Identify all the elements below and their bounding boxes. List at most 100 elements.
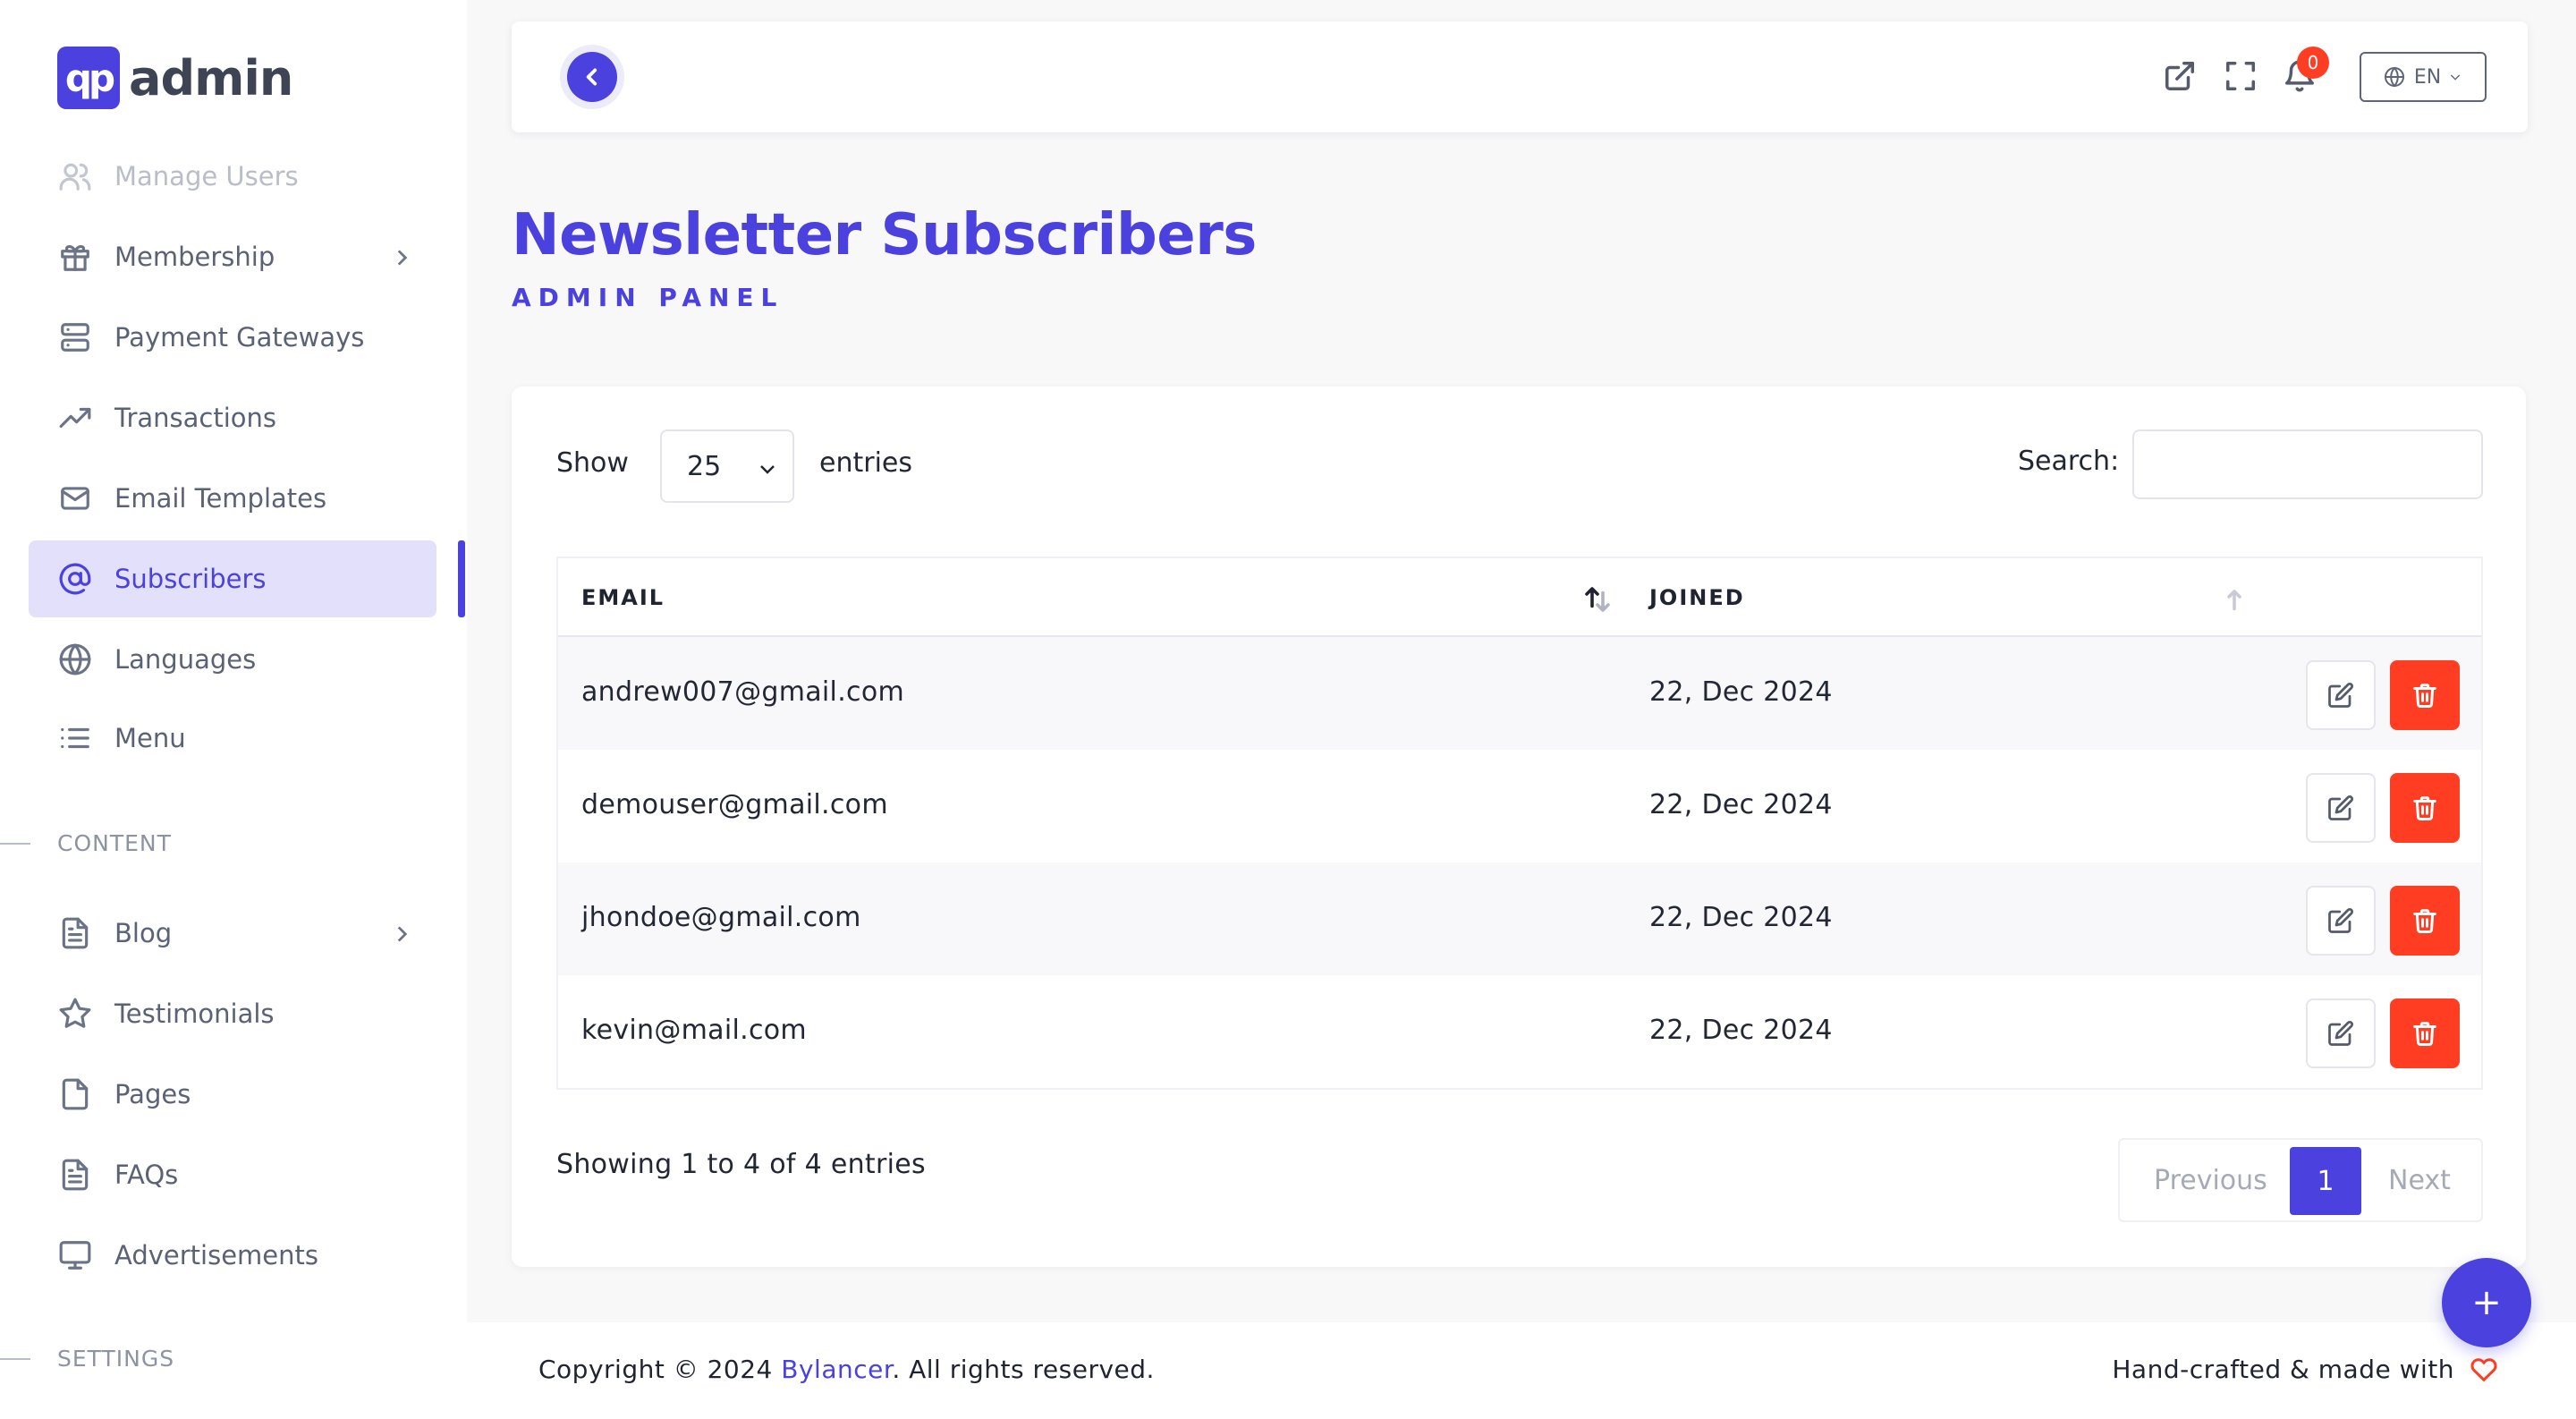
cell-email: kevin@mail.com [581, 1015, 807, 1046]
search-input[interactable] [2132, 429, 2483, 499]
gift-icon [57, 239, 93, 275]
entries-label: entries [819, 447, 912, 479]
list-icon [57, 720, 93, 756]
chevron-down-icon [760, 465, 775, 474]
sidebar-item-label: Manage Users [114, 161, 299, 191]
sort-icon[interactable] [1581, 583, 1614, 616]
table-header: EMAIL JOINED [558, 558, 2481, 637]
sidebar-item-advertisements[interactable]: Advertisements [29, 1217, 436, 1294]
section-divider [0, 1358, 30, 1360]
page-subtitle: ADMIN PANEL [512, 283, 784, 312]
page-button-1[interactable]: 1 [2290, 1147, 2361, 1215]
sidebar-item-label: Menu [114, 723, 186, 753]
edit-button[interactable] [2306, 998, 2376, 1068]
sidebar-item-menu[interactable]: Menu [29, 700, 436, 777]
column-header-joined[interactable]: JOINED [1649, 585, 1745, 610]
next-page-button[interactable]: Next [2388, 1165, 2451, 1196]
page-size-select[interactable]: 25 [660, 429, 794, 503]
search-label: Search: [2018, 446, 2120, 477]
copyright-prefix: Copyright © 2024 [538, 1355, 782, 1384]
sidebar-item-label: FAQs [114, 1160, 179, 1190]
logo-text: admin [129, 49, 293, 106]
logo-mark: qp [57, 47, 120, 109]
star-icon [57, 996, 93, 1032]
sidebar-item-membership[interactable]: Membership [29, 218, 436, 295]
footer: Copyright © 2024 Bylancer. All rights re… [467, 1322, 2576, 1419]
sidebar-item-label: Payment Gateways [114, 322, 365, 353]
logo[interactable]: qp admin [57, 47, 293, 109]
cell-email: demouser@gmail.com [581, 789, 888, 820]
sidebar-item-label: Email Templates [114, 483, 327, 514]
edit-button[interactable] [2306, 886, 2376, 956]
table-row: kevin@mail.com 22, Dec 2024 [558, 975, 2481, 1088]
at-sign-icon [57, 561, 93, 597]
server-icon [57, 319, 93, 355]
cell-joined: 22, Dec 2024 [1649, 789, 1833, 820]
company-link[interactable]: Bylancer [781, 1355, 892, 1384]
sidebar-toggle-button[interactable] [567, 52, 617, 102]
sidebar-item-label: Pages [114, 1079, 191, 1109]
trending-up-icon [57, 400, 93, 436]
sidebar-item-pages[interactable]: Pages [29, 1056, 436, 1133]
sidebar-item-label: Advertisements [114, 1240, 318, 1270]
sidebar-item-label: Membership [114, 242, 275, 272]
cell-email: andrew007@gmail.com [581, 676, 904, 708]
column-header-email[interactable]: EMAIL [581, 585, 665, 610]
sidebar-item-transactions[interactable]: Transactions [29, 379, 436, 456]
notification-badge: 0 [2297, 47, 2329, 79]
sidebar-item-payment-gateways[interactable]: Payment Gateways [29, 299, 436, 376]
sidebar-item-faqs[interactable]: FAQs [29, 1136, 436, 1213]
table-row: andrew007@gmail.com 22, Dec 2024 [558, 637, 2481, 750]
delete-button[interactable] [2390, 886, 2460, 956]
edit-icon [2328, 907, 2354, 933]
section-divider [0, 843, 30, 845]
monitor-icon [57, 1237, 93, 1273]
trash-icon [2413, 684, 2436, 708]
edit-icon [2328, 794, 2354, 820]
sidebar-item-manage-users[interactable]: Manage Users [29, 138, 436, 215]
sidebar-item-languages[interactable]: Languages [29, 621, 436, 698]
edit-button[interactable] [2306, 660, 2376, 730]
chevron-left-icon [586, 68, 597, 86]
previous-page-button[interactable]: Previous [2154, 1165, 2267, 1196]
edit-icon [2328, 1020, 2354, 1046]
cell-joined: 22, Dec 2024 [1649, 676, 1833, 708]
file-text-icon [57, 1157, 93, 1193]
active-indicator [458, 540, 465, 617]
subscribers-card: Show 25 entries Search: EMAIL JOINED and… [512, 387, 2526, 1267]
sort-icon[interactable] [2218, 583, 2250, 616]
file-text-icon [57, 915, 93, 951]
sidebar-item-email-templates[interactable]: Email Templates [29, 460, 436, 537]
delete-button[interactable] [2390, 998, 2460, 1068]
trash-icon [2413, 909, 2436, 933]
made-with: Hand-crafted & made with [2112, 1355, 2497, 1384]
add-button[interactable]: + [2442, 1258, 2531, 1347]
delete-button[interactable] [2390, 773, 2460, 843]
sidebar: qp admin Manage Users Membership Payment… [0, 0, 467, 1419]
language-dropdown[interactable]: EN [2360, 52, 2487, 102]
mail-icon [57, 480, 93, 516]
table-row: jhondoe@gmail.com 22, Dec 2024 [558, 862, 2481, 975]
sidebar-item-subscribers[interactable]: Subscribers [29, 540, 436, 617]
trash-icon [2413, 1022, 2436, 1046]
language-label: EN [2413, 65, 2442, 89]
cell-joined: 22, Dec 2024 [1649, 902, 1833, 933]
chevron-down-icon [2451, 74, 2461, 81]
page-size-value: 25 [687, 450, 722, 482]
edit-icon [2328, 682, 2354, 708]
sidebar-item-blog[interactable]: Blog [29, 895, 436, 972]
file-icon [57, 1076, 93, 1112]
sidebar-item-label: Testimonials [114, 998, 275, 1029]
sidebar-item-label: Transactions [114, 403, 277, 433]
trash-icon [2413, 796, 2436, 820]
section-label-content: CONTENT [57, 830, 172, 856]
external-link-icon[interactable] [2163, 59, 2199, 95]
fullscreen-icon[interactable] [2224, 59, 2259, 95]
sidebar-item-testimonials[interactable]: Testimonials [29, 975, 436, 1052]
sidebar-item-label: Subscribers [114, 564, 267, 594]
chevron-right-icon [390, 245, 413, 268]
cell-email: jhondoe@gmail.com [581, 902, 861, 933]
delete-button[interactable] [2390, 660, 2460, 730]
edit-button[interactable] [2306, 773, 2376, 843]
made-with-text: Hand-crafted & made with [2112, 1355, 2454, 1384]
